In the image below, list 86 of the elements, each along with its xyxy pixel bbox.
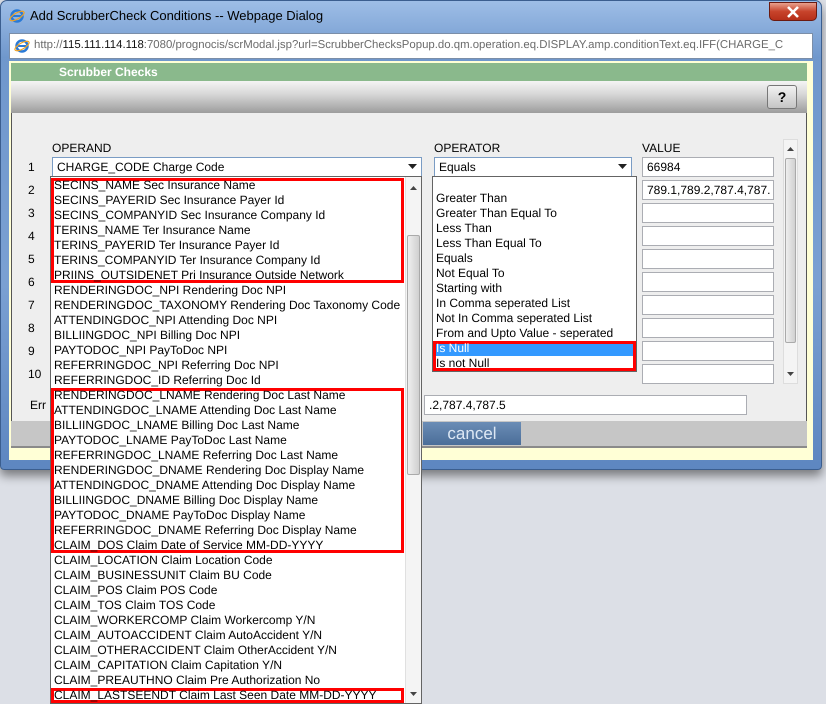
row-number: 4 bbox=[28, 228, 36, 245]
row-number: 2 bbox=[28, 182, 36, 199]
list-option[interactable]: RENDERINGDOC_LNAME Rendering Doc Last Name bbox=[51, 388, 404, 403]
value-field[interactable]: 789.1,789.2,787.4,787. bbox=[642, 180, 774, 200]
list-option[interactable]: Not Equal To bbox=[433, 266, 636, 281]
list-option[interactable]: SECINS_COMPANYID Sec Insurance Company Id bbox=[51, 208, 404, 223]
list-option[interactable]: REFERRINGDOC_LNAME Referring Doc Last Name bbox=[51, 448, 404, 463]
row-number: 10 bbox=[28, 366, 42, 383]
row-number: 7 bbox=[28, 297, 36, 314]
value-field[interactable] bbox=[642, 249, 774, 269]
list-option[interactable]: CLAIM_AUTOACCIDENT Claim AutoAccident Y/N bbox=[51, 628, 404, 643]
list-option[interactable]: TERINS_COMPANYID Ter Insurance Company Id bbox=[51, 253, 404, 268]
value-field[interactable] bbox=[642, 295, 774, 315]
row-number: 9 bbox=[28, 343, 36, 360]
list-option[interactable]: From and Upto Value - seperated bbox=[433, 326, 636, 341]
list-option[interactable]: TERINS_NAME Ter Insurance Name bbox=[51, 223, 404, 238]
list-option[interactable]: CLAIM_DOS Claim Date of Service MM-DD-YYYY bbox=[51, 538, 404, 553]
column-header: VALUE bbox=[642, 141, 680, 155]
list-option[interactable]: REFERRINGDOC_NPI Referring Doc NPI bbox=[51, 358, 404, 373]
list-option[interactable]: REFERRINGDOC_ID Referring Doc Id bbox=[51, 373, 404, 388]
help-button[interactable]: ? bbox=[767, 85, 797, 109]
scrollbar[interactable] bbox=[783, 139, 798, 384]
list-option[interactable]: TERINS_PAYERID Ter Insurance Payer Id bbox=[51, 238, 404, 253]
row-number: 5 bbox=[28, 251, 36, 268]
list-option[interactable]: Less Than Equal To bbox=[433, 236, 636, 251]
column-header: OPERATOR bbox=[434, 141, 500, 155]
list-option[interactable]: SECINS_NAME Sec Insurance Name bbox=[51, 178, 404, 193]
list-option[interactable]: PAYTODOC_DNAME PayToDoc Display Name bbox=[51, 508, 404, 523]
list-option[interactable]: CLAIM_BUSINESSUNIT Claim BU Code bbox=[51, 568, 404, 583]
list-option[interactable]: PAYTODOC_NPI PayToDoc NPI bbox=[51, 343, 404, 358]
address-bar[interactable]: http://115.111.114.118:7080/prognocis/scrModal.jsp?url=ScrubberChecksPopup.do.qm.operation.eq.DISPLAY.amp.conditionText.eq.IFF(CHARGE_C bbox=[9, 33, 813, 59]
browser-icon bbox=[14, 38, 30, 54]
error-field[interactable]: .2,787.4,787.5 bbox=[424, 395, 747, 415]
list-option[interactable]: RENDERINGDOC_TAXONOMY Rendering Doc Taxonomy Code bbox=[51, 298, 404, 313]
list-option[interactable]: CLAIM_POS Claim POS Code bbox=[51, 583, 404, 598]
list-option[interactable]: Starting with bbox=[433, 281, 636, 296]
list-option[interactable]: Greater Than Equal To bbox=[433, 206, 636, 221]
list-option[interactable]: ATTENDINGDOC_DNAME Attending Doc Display Name bbox=[51, 478, 404, 493]
caret-icon bbox=[618, 164, 627, 170]
list-option[interactable]: CLAIM_OTHERACCIDENT Claim OtherAccident Y/N bbox=[51, 643, 404, 658]
section-title: Scrubber Checks bbox=[11, 63, 807, 81]
list-option[interactable]: PAYTODOC_LNAME PayToDoc Last Name bbox=[51, 433, 404, 448]
close-icon bbox=[786, 6, 800, 18]
caret-icon bbox=[408, 164, 417, 170]
list-option[interactable]: CLAIM_TOS Claim TOS Code bbox=[51, 598, 404, 613]
list-option[interactable]: RENDERINGDOC_NPI Rendering Doc NPI bbox=[51, 283, 404, 298]
operator-select[interactable]: Equals bbox=[434, 157, 632, 177]
list-option[interactable]: Equals bbox=[433, 251, 636, 266]
value-field[interactable] bbox=[642, 203, 774, 223]
row-number: 3 bbox=[28, 205, 36, 222]
url-text: http://115.111.114.118:7080/prognocis/scrModal.jsp?url=ScrubberChecksPopup.do.qm.operation.eq.DISPLAY.amp.conditionText.eq.IFF(CHARGE_C bbox=[34, 38, 784, 54]
value-field[interactable] bbox=[642, 341, 774, 361]
list-option[interactable]: CLAIM_PREAUTHNO Claim Pre Authorization No bbox=[51, 673, 404, 688]
list-option[interactable]: BILLIINGDOC_LNAME Billing Doc Last Name bbox=[51, 418, 404, 433]
list-option[interactable]: SECINS_PAYERID Sec Insurance Payer Id bbox=[51, 193, 404, 208]
value-field[interactable] bbox=[642, 364, 774, 384]
list-option[interactable]: Less Than bbox=[433, 221, 636, 236]
value-field[interactable] bbox=[642, 226, 774, 246]
close-button[interactable] bbox=[769, 2, 817, 21]
error-label: Err bbox=[29, 398, 46, 412]
scrollbar[interactable] bbox=[405, 177, 421, 703]
list-option[interactable]: Greater Than bbox=[433, 191, 636, 206]
list-option[interactable]: BILLIINGDOC_NPI Billing Doc NPI bbox=[51, 328, 404, 343]
row-number: 6 bbox=[28, 274, 36, 291]
list-option[interactable]: ATTENDINGDOC_NPI Attending Doc NPI bbox=[51, 313, 404, 328]
column-header: OPERAND bbox=[52, 141, 112, 155]
list-option[interactable]: ATTENDINGDOC_LNAME Attending Doc Last Name bbox=[51, 403, 404, 418]
row-number: 8 bbox=[28, 320, 36, 337]
list-option[interactable]: PRIINS_OUTSIDENET Pri Insurance Outside Network bbox=[51, 268, 404, 283]
list-option[interactable]: Not In Comma seperated List bbox=[433, 311, 636, 326]
list-option[interactable]: In Comma seperated List bbox=[433, 296, 636, 311]
browser-icon bbox=[9, 8, 25, 24]
value-field[interactable]: 66984 bbox=[642, 157, 774, 177]
list-option[interactable]: CLAIM_CAPITATION Claim Capitation Y/N bbox=[51, 658, 404, 673]
list-option[interactable]: BILLIINGDOC_DNAME Billing Doc Display Name bbox=[51, 493, 404, 508]
operand-select[interactable]: CHARGE_CODE Charge Code bbox=[52, 157, 422, 177]
list-option[interactable]: CLAIM_LASTSEENDT Claim Last Seen Date MM-DD-YYYY bbox=[51, 688, 404, 703]
list-option[interactable]: CLAIM_WORKERCOMP Claim Workercomp Y/N bbox=[51, 613, 404, 628]
value-field[interactable] bbox=[642, 318, 774, 338]
list-option[interactable]: REFERRINGDOC_DNAME Referring Doc Display Name bbox=[51, 523, 404, 538]
value-field[interactable] bbox=[642, 272, 774, 292]
list-option[interactable]: Is not Null bbox=[433, 356, 636, 371]
window-title: Add ScrubberCheck Conditions -- Webpage Dialog bbox=[30, 7, 324, 26]
list-option[interactable]: RENDERINGDOC_DNAME Rendering Doc Display Name bbox=[51, 463, 404, 478]
list-option[interactable]: CLAIM_LOCATION Claim Location Code bbox=[51, 553, 404, 568]
row-number: 1 bbox=[28, 159, 36, 176]
